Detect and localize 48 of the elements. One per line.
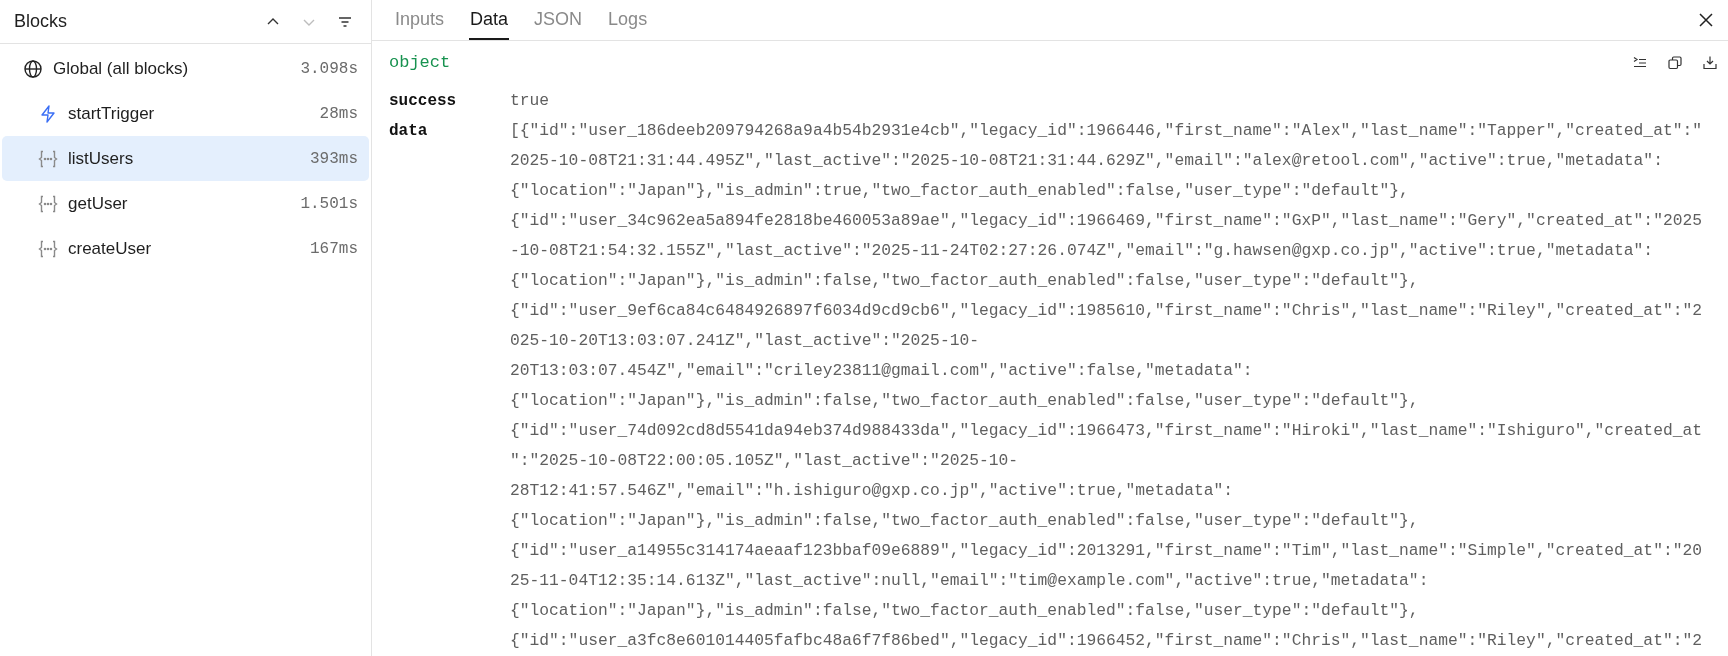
field-value-line: [{"id":"user_186deeb209794268a9a4b54b2931e4cb","legacy_id":1966446,"first_name":"Alex","last_name":"Tapper","created_at":" xyxy=(510,120,1702,142)
field-value-line: {"id":"user_74d092cd8d5541da94eb374d988433da","legacy_id":1966473,"first_name":"Hiroki","last_name":"Ishiguro","created_at xyxy=(510,420,1702,442)
field-value-line: -10-08T21:54:32.155Z","last_active":"2025-11-24T02:27:26.074Z","email":"g.hawsen@gxp.co.jp","active":true,"metadata": xyxy=(510,240,1655,262)
block-duration: 3.098s xyxy=(300,58,358,80)
block-item[interactable]: getUser 1.501s xyxy=(2,181,369,226)
tab[interactable]: Inputs xyxy=(394,0,446,41)
field-key: success xyxy=(389,86,510,116)
field-value-line: 25-11-04T12:35:14.613Z","last_active":null,"email":"tim@example.com","active":true,"metadata": xyxy=(510,570,1430,592)
block-item[interactable]: startTrigger 28ms xyxy=(2,91,369,136)
block-name: createUser xyxy=(68,237,153,260)
block-name: getUser xyxy=(68,192,129,215)
field-value-line: ":"2025-10-08T22:00:05.105Z","last_active":"2025-10- xyxy=(510,450,1020,472)
braces-icon xyxy=(37,193,59,214)
field-value-line: 20T13:03:07.454Z","email":"criley23811@gmail.com","active":false,"metadata": xyxy=(510,360,1254,382)
block-duration: 393ms xyxy=(310,148,358,170)
copy-icon xyxy=(1667,55,1683,72)
field-value-line: {"id":"user_a3fc8e601014405fafbc48a6f7f86bed","legacy_id":1966452,"first_name":"Chris","last_name":"Riley","created_at":"2 xyxy=(510,630,1702,652)
block-item[interactable]: createUser 167ms xyxy=(2,226,369,271)
field-value-line: {"id":"user_9ef6ca84c6484926897f6034d9cd9cb6","legacy_id":1985610,"first_name":"Chris","last_name":"Riley","created_at":"2 xyxy=(510,300,1702,322)
field-value-line: {"location":"Japan"},"is_admin":false,"two_factor_auth_enabled":false,"user_type":"default"}, xyxy=(510,270,1420,292)
braces-icon xyxy=(37,148,59,169)
block-duration: 167ms xyxy=(310,238,358,260)
field-value-line: {"location":"Japan"},"is_admin":true,"two_factor_auth_enabled":false,"user_type":"default"}, xyxy=(510,180,1410,202)
field-value-line: {"id":"user_a14955c314174aeaaf123bbaf09e6889","legacy_id":2013291,"first_name":"Tim","last_name":"Simple","created_at":"20 xyxy=(510,540,1702,562)
tab[interactable]: Data xyxy=(469,0,510,41)
field-key: data xyxy=(389,116,510,656)
block-name: startTrigger xyxy=(68,102,156,125)
field-value-line: 28T12:41:57.546Z","email":"h.ishiguro@gxp.co.jp","active":true,"metadata": xyxy=(510,480,1234,502)
field-value-line: {"location":"Japan"},"is_admin":false,"two_factor_auth_enabled":false,"user_type":"default"}, xyxy=(510,510,1420,532)
braces-icon xyxy=(37,238,59,259)
field-value-line: 025-10-20T13:03:07.241Z","last_active":"2025-10- xyxy=(510,330,980,352)
tab[interactable]: JSON xyxy=(533,0,584,41)
block-item[interactable]: listUsers 393ms xyxy=(2,136,369,181)
block-item[interactable]: Global (all blocks) 3.098s xyxy=(2,46,369,91)
field-value-line: {"id":"user_34c962ea5a894fe2818be460053a89ae","legacy_id":1966469,"first_name":"GxP","last_name":"Gery","created_at":"2025 xyxy=(510,210,1702,232)
field-value-line: true xyxy=(510,90,550,112)
download-icon xyxy=(1702,55,1718,72)
sidebar-title: Blocks xyxy=(14,10,68,33)
block-name: listUsers xyxy=(68,147,135,170)
field-value-line: 2025-10-08T21:31:44.495Z","last_active":"2025-10-08T21:31:44.629Z","email":"alex@retool.com","active":true,"metadata": xyxy=(510,150,1664,172)
block-duration: 1.501s xyxy=(300,193,358,215)
block-duration: 28ms xyxy=(319,103,358,125)
block-name: Global (all blocks) xyxy=(53,57,190,80)
field-value-line: {"location":"Japan"},"is_admin":false,"two_factor_auth_enabled":false,"user_type":"default"}, xyxy=(510,600,1420,622)
globe-icon xyxy=(22,58,44,79)
type-label: object xyxy=(389,52,452,75)
close-icon xyxy=(1698,12,1714,29)
field-value-line: {"location":"Japan"},"is_admin":false,"two_factor_auth_enabled":false,"user_type":"default"}, xyxy=(510,390,1420,412)
